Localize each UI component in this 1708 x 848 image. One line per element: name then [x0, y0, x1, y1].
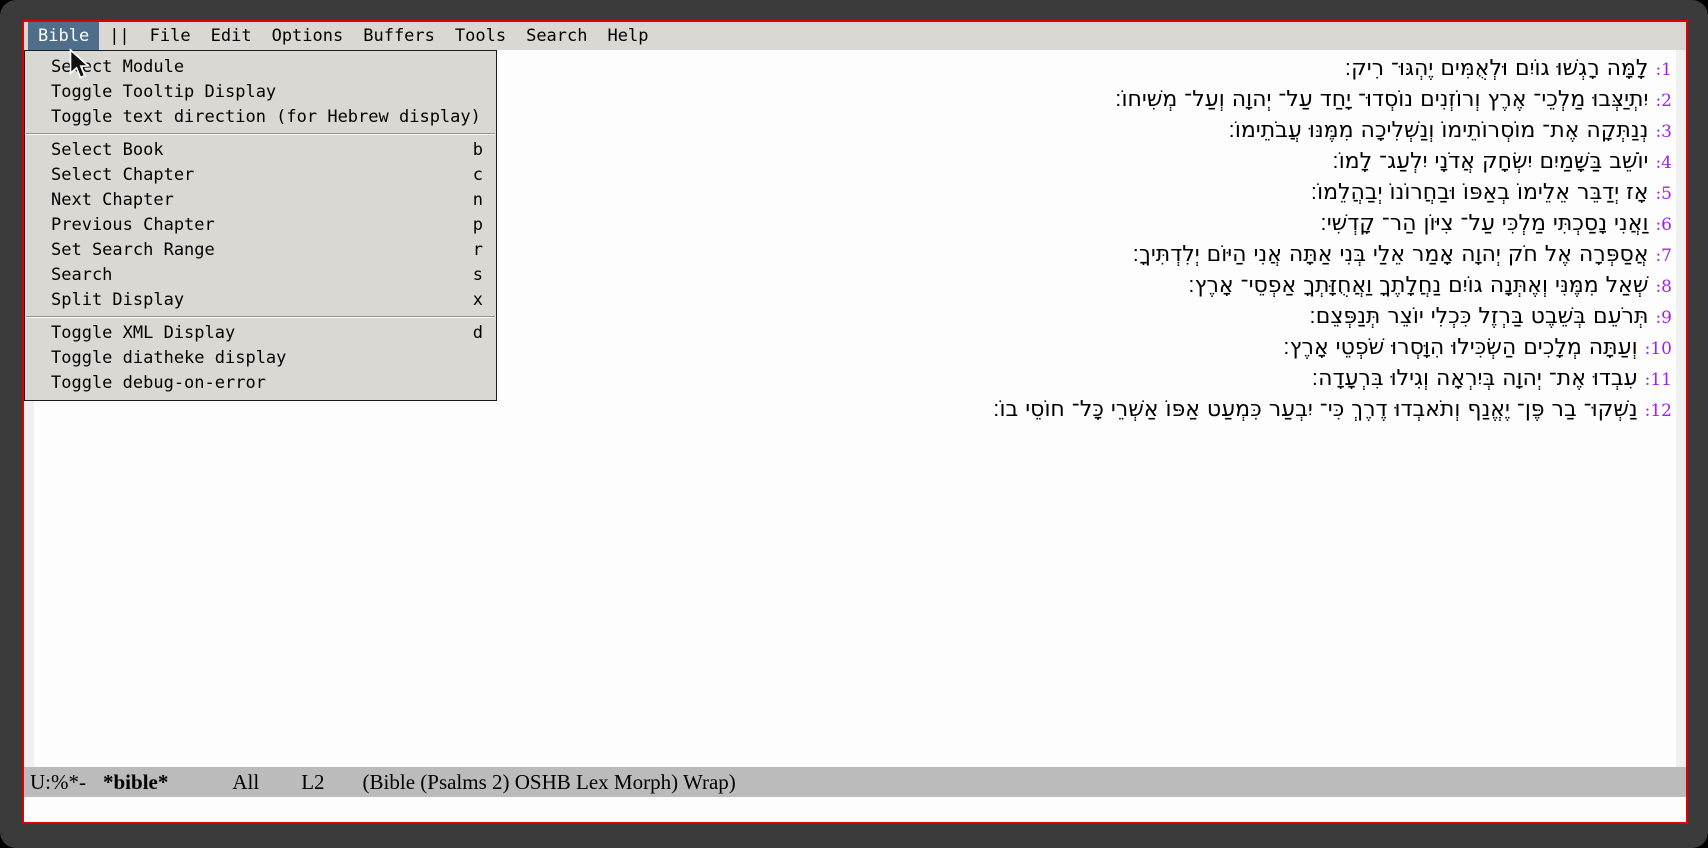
verse-number: 8:	[1655, 277, 1672, 297]
menubar-item[interactable]: Bible	[28, 22, 99, 50]
menu-item-label: Previous Chapter	[51, 213, 215, 238]
menu-item[interactable]: Search s	[25, 263, 496, 288]
verse-number: 12:	[1645, 401, 1672, 421]
menu-section-toggles: Toggle XML Display d Toggle diatheke dis…	[25, 321, 496, 396]
menu-item-shortcut: s	[473, 263, 483, 288]
verse-number: 10:	[1645, 339, 1672, 359]
menubar-item-label: Help	[608, 26, 649, 46]
verse-text: אָז יְדַבֵּר אֵלֵימוֹ בְאַפּוֹ וּבַחֲרוֹ…	[1311, 180, 1649, 205]
menubar-item-label: Options	[272, 26, 344, 46]
verse-number: 3:	[1655, 122, 1672, 142]
menu-section-modules: Select Module Toggle Tooltip Display Tog…	[25, 55, 496, 130]
echo-area[interactable]	[24, 797, 1686, 822]
menubar-item-label: Bible	[38, 26, 89, 46]
menu-item-shortcut: n	[473, 188, 483, 213]
menu-item-shortcut: c	[473, 163, 483, 188]
verse-text: שְׁאַל מִמֶּנִּי וְאֶתְּנָה גוֹיִם נַחֲל…	[1188, 273, 1648, 298]
verse-text: תְּרֹעֵם בְּשֵׁבֶט בַּרְזֶל כִּכְלִי יוֹ…	[1309, 304, 1648, 329]
mode-line: U:%*- *bible* All L2 (Bible (Psalms 2) O…	[24, 767, 1686, 797]
menu-item[interactable]: Next Chapter n	[25, 188, 496, 213]
menu-item-label: Toggle text direction (for Hebrew displa…	[51, 105, 481, 130]
menubar-item[interactable]: Search	[516, 22, 597, 50]
menu-item-label: Toggle Tooltip Display	[51, 80, 276, 105]
emacs-frame: Bible || File Edit Options Buffers Tools…	[22, 20, 1688, 824]
menubar-item[interactable]: Buffers	[353, 22, 445, 50]
menubar-item[interactable]: Tools	[445, 22, 516, 50]
menu-item[interactable]: Set Search Range r	[25, 238, 496, 263]
menu-item-label: Toggle XML Display	[51, 321, 235, 346]
verse-number: 5:	[1655, 184, 1672, 204]
menubar-item-label: Buffers	[363, 26, 435, 46]
menu-item-shortcut: d	[473, 321, 483, 346]
verse-text: נַשְּׁקוּ־ בַר פֶּן־ יֶאֱנַף וְתֹאבְדוּ …	[993, 397, 1638, 422]
menu-item-label: Search	[51, 263, 112, 288]
verse-text: עִבְדוּ אֶת־ יְהוָה בְּיִרְאָה וְגִילוּ …	[1312, 366, 1638, 391]
menu-item[interactable]: Toggle debug-on-error	[25, 371, 496, 396]
menu-item-label: Next Chapter	[51, 188, 174, 213]
menubar-item-label: ||	[109, 26, 129, 46]
menubar-item[interactable]: Edit	[201, 22, 262, 50]
menu-item-shortcut: p	[473, 213, 483, 238]
verse-text: אֲסַפְּרָה אֶל חֹק יְהוָה אָמַר אֵלַי בְ…	[1133, 242, 1649, 267]
menu-item[interactable]: Toggle Tooltip Display	[25, 80, 496, 105]
screen: Bible || File Edit Options Buffers Tools…	[0, 0, 1708, 848]
menu-item[interactable]: Toggle XML Display d	[25, 321, 496, 346]
menubar-item-label: Search	[526, 26, 587, 46]
verse-number: 9:	[1655, 308, 1672, 328]
menu-item-label: Select Chapter	[51, 163, 194, 188]
verse-number: 6:	[1655, 215, 1672, 235]
verse-number: 4:	[1655, 153, 1672, 173]
menu-item-label: Toggle diatheke display	[51, 346, 286, 371]
menu-section-navigation: Select Book b Select Chapter c Next Chap…	[25, 138, 496, 313]
menu-item[interactable]: Toggle text direction (for Hebrew displa…	[25, 105, 496, 130]
verse-text: וְעַתָּה מְלָכִים הַשְׂכִּילוּ הִוָּסְרו…	[1283, 335, 1637, 360]
menubar-item[interactable]: Options	[262, 22, 354, 50]
modeline-line-number: L2	[301, 770, 324, 795]
menu-bar: Bible || File Edit Options Buffers Tools…	[24, 22, 1686, 50]
modeline-flags: U:%*-	[30, 770, 86, 795]
verse-number: 11:	[1645, 370, 1672, 390]
verse-text: יִתְיַצְּבוּ מַלְכֵי־ אֶרֶץ וְרוֹזְנִים …	[1115, 87, 1648, 112]
menu-item[interactable]: Split Display x	[25, 288, 496, 313]
menubar-item[interactable]: ||	[99, 22, 139, 50]
menu-item-label: Select Module	[51, 55, 184, 80]
verse-text: לָמָּה רָגְשׁוּ גוֹיִם וּלְאֻמִּים יֶהְג…	[1345, 56, 1649, 81]
modeline-position: All	[232, 770, 259, 795]
menu-separator	[26, 316, 495, 318]
menu-item[interactable]: Toggle diatheke display	[25, 346, 496, 371]
menu-item-shortcut: x	[473, 288, 483, 313]
menu-item-shortcut: r	[473, 238, 483, 263]
verse-text: וַאֲנִי נָסַכְתִּי מַלְכִּי עַל־ צִיּוֹן…	[1320, 211, 1648, 236]
menubar-item[interactable]: File	[140, 22, 201, 50]
menu-item[interactable]: Previous Chapter p	[25, 213, 496, 238]
menu-item-shortcut: b	[473, 138, 483, 163]
verse-text: יוֹשֵׁב בַּשָּׁמַיִם יִשְׂחָק אֲדֹנָי יִ…	[1332, 149, 1648, 174]
menubar-item-label: Edit	[211, 26, 252, 46]
bible-menu-dropdown: Select Module Toggle Tooltip Display Tog…	[24, 50, 497, 401]
verse-number: 2:	[1655, 91, 1672, 111]
menu-item-label: Toggle debug-on-error	[51, 371, 266, 396]
menu-item[interactable]: Select Book b	[25, 138, 496, 163]
modeline-modes: (Bible (Psalms 2) OSHB Lex Morph) Wrap)	[363, 770, 736, 795]
modeline-buffer-name: *bible*	[103, 770, 168, 795]
menubar-item[interactable]: Help	[598, 22, 659, 50]
menu-item-label: Select Book	[51, 138, 164, 163]
menu-separator	[26, 133, 495, 135]
menu-item-label: Set Search Range	[51, 238, 215, 263]
menubar-item-label: Tools	[455, 26, 506, 46]
verse-number: 7:	[1655, 246, 1672, 266]
menu-item-label: Split Display	[51, 288, 184, 313]
menu-item[interactable]: Select Module	[25, 55, 496, 80]
verse-number: 1:	[1655, 60, 1672, 80]
menu-item[interactable]: Select Chapter c	[25, 163, 496, 188]
verse-text: נְנַתְּקָה אֶת־ מוֹסְרוֹתֵימוֹ וְנַשְׁלִ…	[1228, 118, 1648, 143]
menubar-item-label: File	[150, 26, 191, 46]
